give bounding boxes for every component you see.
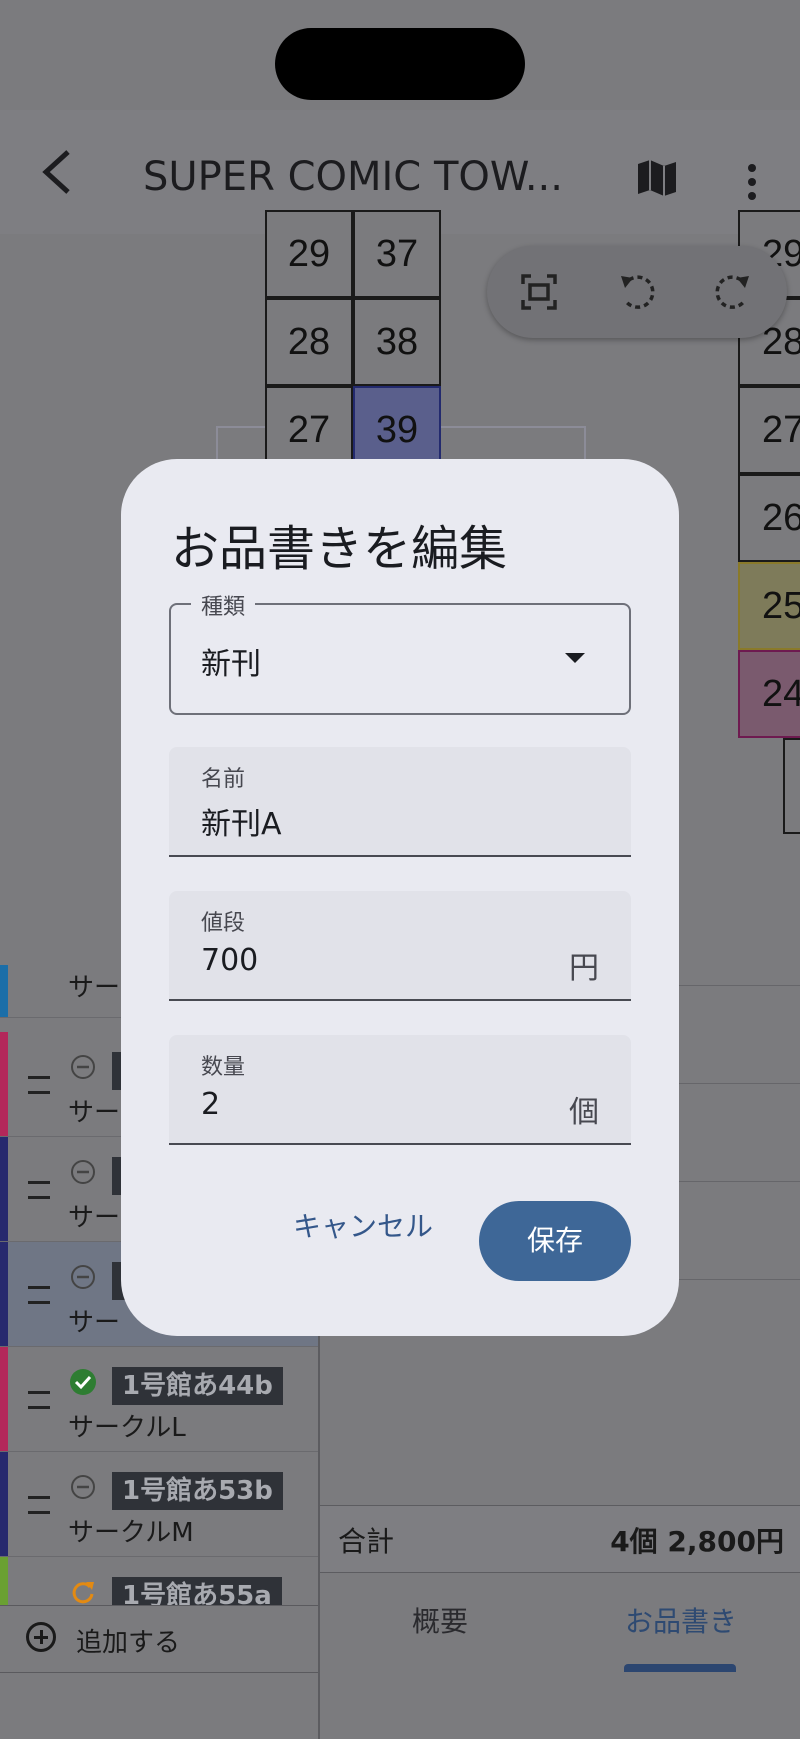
status-refresh-icon[interactable] [70, 1579, 96, 1605]
map-booth[interactable]: 26 [738, 474, 800, 562]
back-arrow-icon[interactable] [38, 148, 78, 196]
total-value: 4個 2,800円 [610, 1525, 784, 1558]
map-booth[interactable]: 28 [265, 298, 353, 386]
quantity-suffix: 個 [569, 1095, 599, 1130]
booth-badge: 1号館あ55a [112, 1577, 282, 1605]
drag-handle-icon[interactable] [28, 1496, 50, 1514]
price-value: 700 [201, 943, 259, 978]
name-label: 名前 [201, 767, 246, 792]
status-minus-icon[interactable] [70, 1054, 96, 1080]
list-item[interactable]: 1号館あ44b サークルL [0, 1347, 318, 1452]
name-value: 新刊A [201, 807, 282, 842]
add-circle-icon [26, 1622, 56, 1652]
type-select[interactable]: 種類 新刊 [169, 589, 631, 715]
type-label: 種類 [191, 589, 256, 621]
total-label: 合計 [338, 1525, 395, 1558]
status-minus-icon[interactable] [70, 1474, 96, 1500]
bottom-area [320, 1672, 800, 1739]
dropdown-arrow-icon [565, 653, 585, 663]
price-suffix: 円 [569, 951, 599, 986]
status-minus-icon[interactable] [70, 1264, 96, 1290]
color-bar [0, 1032, 8, 1136]
map-booth[interactable]: 24 [738, 650, 800, 738]
status-check-icon[interactable] [70, 1369, 96, 1395]
price-field[interactable]: 値段 700 円 [169, 891, 631, 1001]
type-value: 新刊 [201, 647, 261, 682]
more-vert-icon[interactable] [744, 162, 760, 202]
map-booth[interactable]: 25 [738, 562, 800, 650]
quantity-label: 数量 [201, 1055, 246, 1080]
add-circle-button[interactable]: 追加する [0, 1605, 318, 1673]
tab-menu[interactable]: お品書き [625, 1600, 737, 1640]
tab-overview[interactable]: 概要 [412, 1600, 468, 1640]
circle-name: サー [68, 1098, 121, 1128]
circle-name: サー [68, 1203, 121, 1233]
color-bar [0, 1347, 8, 1451]
quantity-field[interactable]: 数量 2 個 [169, 1035, 631, 1145]
name-field[interactable]: 名前 新刊A [169, 747, 631, 857]
dialog-title: お品書きを編集 [171, 521, 508, 577]
circle-name: サー [68, 1308, 121, 1338]
color-bar [0, 1242, 8, 1346]
drag-handle-icon[interactable] [28, 1391, 50, 1409]
circle-name: サークルL [68, 1413, 186, 1443]
fit-screen-icon[interactable] [519, 272, 559, 312]
map-booth[interactable]: 38 [353, 298, 441, 386]
map-booth[interactable]: 29 [265, 210, 353, 298]
map-booth[interactable]: 37 [353, 210, 441, 298]
booth-badge: 1号館あ44b [112, 1367, 283, 1405]
map-booth [783, 738, 800, 834]
price-label: 値段 [201, 911, 246, 936]
drag-handle-icon[interactable] [28, 1286, 50, 1304]
color-bar [0, 1557, 8, 1605]
color-bar [0, 965, 8, 1017]
edit-item-dialog: お品書きを編集 種類 新刊 名前 新刊A 値段 700 円 数量 2 個 キャン… [121, 459, 679, 1336]
map-booth[interactable]: 27 [738, 386, 800, 474]
save-button[interactable]: 保存 [479, 1201, 631, 1281]
rotate-right-icon[interactable] [713, 272, 753, 312]
status-minus-icon[interactable] [70, 1159, 96, 1185]
page-title: SUPER COMIC TOW... [143, 154, 563, 200]
map-icon[interactable] [636, 158, 678, 198]
map-controls [487, 246, 787, 338]
booth-badge: 1号館あ53b [112, 1472, 283, 1510]
quantity-value: 2 [201, 1087, 221, 1122]
camera-notch [275, 28, 525, 100]
cancel-button[interactable]: キャンセル [283, 1199, 443, 1255]
list-item[interactable]: 1号館あ53b サークルM [0, 1452, 318, 1557]
drag-handle-icon[interactable] [28, 1181, 50, 1199]
color-bar [0, 1137, 8, 1241]
circle-name: サークルM [68, 1518, 194, 1548]
total-bar: 合計 4個 2,800円 [320, 1505, 800, 1573]
tab-bar: 概要 お品書き [320, 1572, 800, 1672]
circle-name: サー [68, 973, 121, 1003]
add-circle-label: 追加する [76, 1628, 181, 1658]
rotate-left-icon[interactable] [617, 272, 657, 312]
tab-indicator [624, 1664, 736, 1672]
color-bar [0, 1452, 8, 1556]
list-item[interactable]: 1号館あ55a [0, 1557, 318, 1605]
drag-handle-icon[interactable] [28, 1076, 50, 1094]
